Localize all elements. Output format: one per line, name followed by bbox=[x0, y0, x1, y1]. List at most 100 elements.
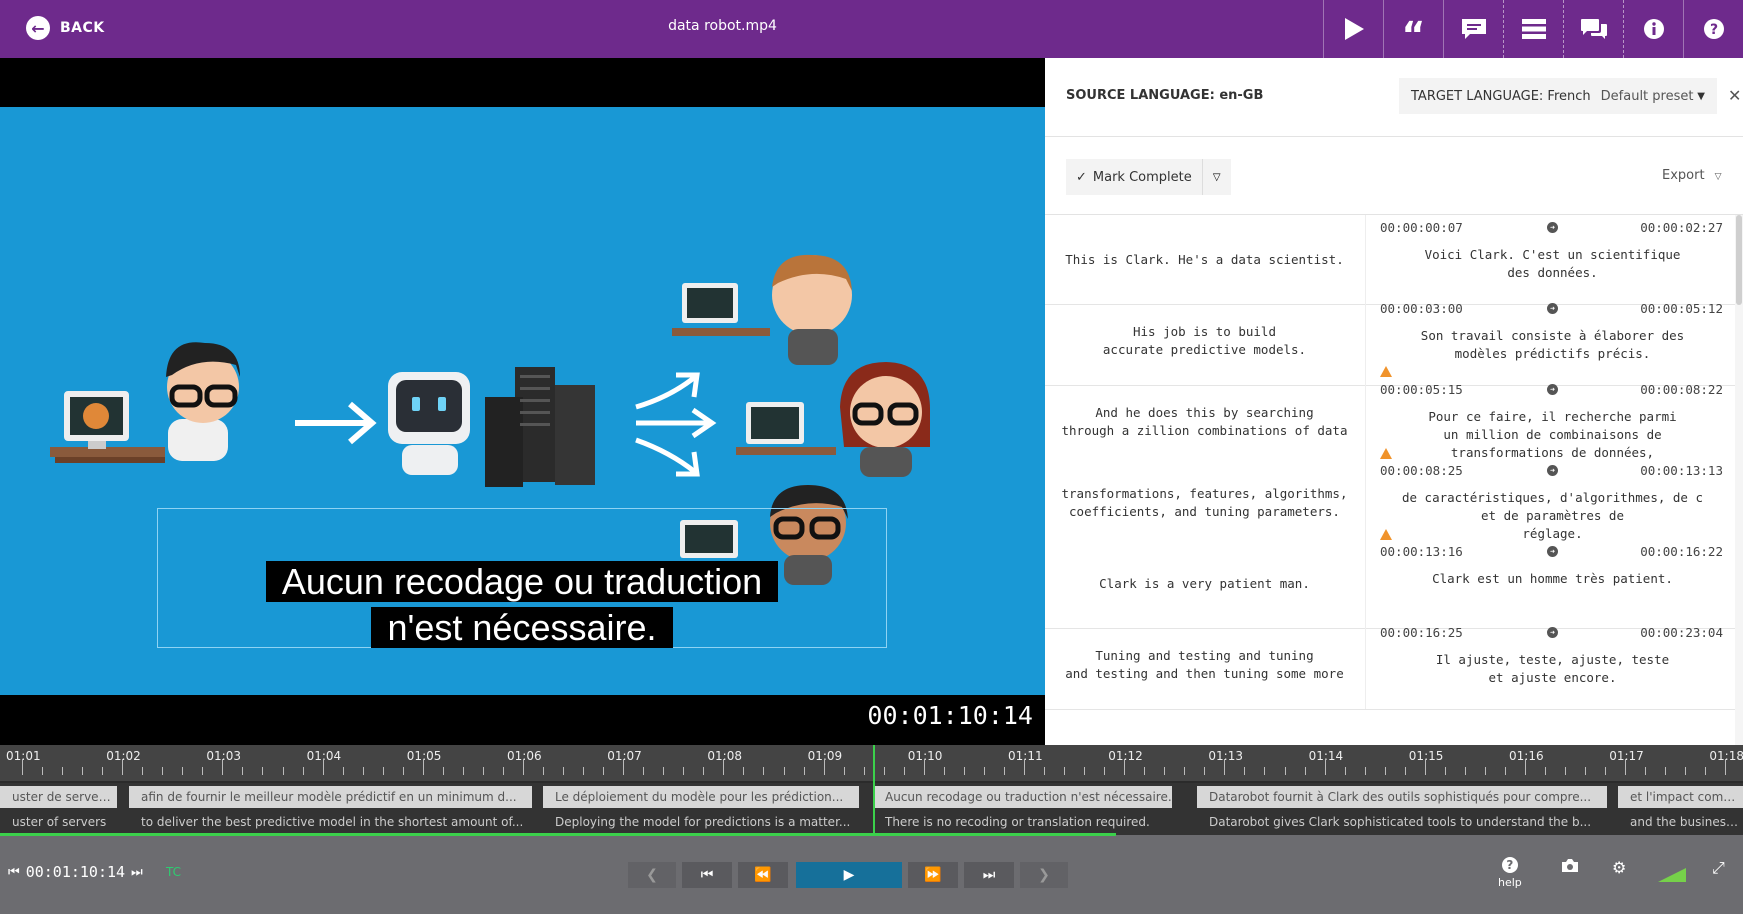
timeline-segment-en[interactable]: and the business im bbox=[1618, 811, 1743, 833]
skip-to-start-icon[interactable]: ⏮ bbox=[8, 865, 20, 880]
cue-in-time[interactable]: 00:00:00:07 bbox=[1380, 220, 1463, 235]
ruler-tick bbox=[903, 767, 905, 775]
mark-complete-dropdown[interactable]: ▽ bbox=[1203, 159, 1231, 195]
cue-row[interactable]: And he does this by searching through a … bbox=[1045, 377, 1735, 467]
ruler-tick bbox=[1705, 767, 1707, 775]
cue-in-time[interactable]: 00:00:13:16 bbox=[1380, 544, 1463, 559]
play-button[interactable]: ▶ bbox=[796, 862, 902, 888]
cue-target-cell[interactable]: 00:00:00:07 ➜ 00:00:02:27 Voici Clark. C… bbox=[1365, 215, 1735, 304]
cue-target-cell[interactable]: 00:00:08:25 ➜ 00:00:13:13 de caractérist… bbox=[1365, 458, 1735, 548]
ruler-tick bbox=[743, 767, 745, 775]
timeline-segment-en[interactable]: There is no recoding or translation requ… bbox=[873, 811, 1172, 833]
arrow-left-icon: ← bbox=[26, 16, 50, 40]
target-language-select[interactable]: TARGET LANGUAGE: French Default preset ▼ bbox=[1399, 78, 1717, 114]
export-button[interactable]: Export ▽ bbox=[1662, 168, 1721, 183]
ruler-tick bbox=[322, 759, 324, 775]
snapshot-button[interactable] bbox=[1561, 858, 1579, 877]
rewind-button[interactable]: ⏪ bbox=[738, 862, 788, 888]
tc-mode-badge[interactable]: TC bbox=[166, 865, 181, 879]
cue-out-time[interactable]: 00:00:02:27 bbox=[1640, 220, 1723, 235]
cue-target-cell[interactable]: 00:00:03:00 ➜ 00:00:05:12 Son travail co… bbox=[1365, 296, 1735, 385]
cue-in-time[interactable]: 00:00:03:00 bbox=[1380, 301, 1463, 316]
timeline[interactable]: 01:01 01:02 01:03 01:04 01:05 01:06 01:07 01:08… bbox=[0, 745, 1743, 836]
sync-icon[interactable]: ➜ bbox=[1547, 465, 1558, 476]
timeline-segment-fr[interactable]: afin de fournir le meilleur modèle prédi… bbox=[129, 786, 532, 808]
ruler-tick bbox=[803, 767, 805, 775]
cue-in-time[interactable]: 00:00:16:25 bbox=[1380, 625, 1463, 640]
cue-row[interactable]: His job is to build accurate predictive … bbox=[1045, 296, 1735, 386]
fast-forward-button[interactable]: ⏩ bbox=[908, 862, 958, 888]
warning-icon[interactable] bbox=[1380, 366, 1392, 377]
timeline-segment-fr[interactable]: Datarobot fournit à Clark des outils sop… bbox=[1197, 786, 1607, 808]
next-cue-button[interactable]: ❯ bbox=[1020, 862, 1068, 888]
timeline-segment-en[interactable]: Deploying the model for predictions is a… bbox=[543, 811, 859, 833]
sync-icon[interactable]: ➜ bbox=[1547, 384, 1558, 395]
cue-out-time[interactable]: 00:00:23:04 bbox=[1640, 625, 1723, 640]
sync-icon[interactable]: ➜ bbox=[1547, 222, 1558, 233]
cue-in-time[interactable]: 00:00:08:25 bbox=[1380, 463, 1463, 478]
close-icon[interactable]: ✕ bbox=[1728, 86, 1741, 105]
camera-icon bbox=[1562, 859, 1578, 872]
prev-cue-button[interactable]: ❮ bbox=[628, 862, 676, 888]
play-tool-button[interactable] bbox=[1323, 0, 1383, 58]
scrollbar-thumb[interactable] bbox=[1736, 215, 1742, 305]
cue-target-cell[interactable]: 00:00:05:15 ➜ 00:00:08:22 Pour ce faire,… bbox=[1365, 377, 1735, 467]
cue-out-time[interactable]: 00:00:13:13 bbox=[1640, 463, 1723, 478]
ruler-tick-label: 01:13 bbox=[1208, 749, 1243, 763]
fullscreen-button[interactable]: ⤢ bbox=[1712, 858, 1725, 878]
cue-target-text[interactable]: de caractéristiques, d'algorithmes, de c… bbox=[1380, 489, 1725, 543]
sync-icon[interactable]: ➜ bbox=[1547, 546, 1558, 557]
french-track[interactable]: uster de serveurs afin de fournir le mei… bbox=[0, 783, 1743, 809]
cue-row[interactable]: Tuning and testing and tuning and testin… bbox=[1045, 620, 1735, 710]
cue-out-time[interactable]: 00:00:08:22 bbox=[1640, 382, 1723, 397]
ruler-tick bbox=[1364, 767, 1366, 775]
back-button[interactable]: ← BACK bbox=[26, 16, 105, 40]
cue-target-text[interactable]: Voici Clark. C'est un scientifique des d… bbox=[1380, 246, 1725, 282]
mark-complete-button[interactable]: ✓ Mark Complete bbox=[1066, 159, 1203, 195]
timeline-segment-fr[interactable]: et l'impact commer bbox=[1618, 786, 1743, 808]
go-to-start-button[interactable]: ⏮ bbox=[682, 862, 732, 888]
cue-list-scrollbar[interactable] bbox=[1735, 215, 1743, 745]
rows-tool-button[interactable] bbox=[1503, 0, 1563, 58]
help-button[interactable]: ? help bbox=[1498, 854, 1522, 889]
cue-target-text[interactable]: Pour ce faire, il recherche parmi un mil… bbox=[1380, 408, 1725, 462]
playhead[interactable] bbox=[873, 745, 875, 835]
cue-out-time[interactable]: 00:00:05:12 bbox=[1640, 301, 1723, 316]
ruler-tick bbox=[62, 767, 64, 775]
timeline-segment-en[interactable]: uster of servers bbox=[0, 811, 117, 833]
timeline-segment-en[interactable]: Datarobot gives Clark sophisticated tool… bbox=[1197, 811, 1607, 833]
skip-to-end-icon[interactable]: ⏭ bbox=[131, 865, 143, 880]
sync-icon[interactable]: ➜ bbox=[1547, 627, 1558, 638]
go-to-end-button[interactable]: ⏭ bbox=[964, 862, 1014, 888]
cue-target-text[interactable]: Son travail consiste à élaborer des modè… bbox=[1380, 327, 1725, 363]
quote-tool-button[interactable]: “ bbox=[1383, 0, 1443, 58]
cue-target-cell[interactable]: 00:00:13:16 ➜ 00:00:16:22 Clark est un h… bbox=[1365, 539, 1735, 628]
timeline-segment-en[interactable]: to deliver the best predictive model in … bbox=[129, 811, 532, 833]
settings-button[interactable]: ⚙ bbox=[1612, 858, 1626, 877]
timeline-segment-fr[interactable]: uster de serveurs bbox=[0, 786, 117, 808]
cue-target-text[interactable]: Il ajuste, teste, ajuste, teste et ajust… bbox=[1380, 651, 1725, 687]
timeline-segment-fr[interactable]: Aucun recodage ou traduction n'est néces… bbox=[873, 786, 1172, 808]
cue-row[interactable]: This is Clark. He's a data scientist. 00… bbox=[1045, 215, 1735, 305]
cue-out-time[interactable]: 00:00:16:22 bbox=[1640, 544, 1723, 559]
help-tool-button[interactable]: ? bbox=[1683, 0, 1743, 58]
cue-in-time[interactable]: 00:00:05:15 bbox=[1380, 382, 1463, 397]
ruler-tick bbox=[1645, 767, 1647, 775]
time-ruler[interactable]: 01:01 01:02 01:03 01:04 01:05 01:06 01:07 01:08… bbox=[0, 745, 1743, 781]
info-tool-button[interactable] bbox=[1623, 0, 1683, 58]
subtitle-overlay: Aucun recodage ou traduction n'est néces… bbox=[157, 559, 887, 651]
english-track[interactable]: uster of servers to deliver the best pre… bbox=[0, 809, 1743, 835]
chat-tool-button[interactable] bbox=[1563, 0, 1623, 58]
cue-list: This is Clark. He's a data scientist. 00… bbox=[1045, 215, 1735, 745]
current-timecode[interactable]: 00:01:10:14 bbox=[26, 863, 125, 881]
message-tool-button[interactable] bbox=[1443, 0, 1503, 58]
cue-target-cell[interactable]: 00:00:16:25 ➜ 00:00:23:04 Il ajuste, tes… bbox=[1365, 620, 1735, 709]
ruler-tick bbox=[242, 767, 244, 775]
video-player[interactable]: Aucun recodage ou traduction n'est néces… bbox=[0, 58, 1045, 745]
sync-icon[interactable]: ➜ bbox=[1547, 303, 1558, 314]
cue-target-text[interactable]: Clark est un homme très patient. bbox=[1380, 570, 1725, 588]
cue-row[interactable]: Clark is a very patient man. 00:00:13:16… bbox=[1045, 539, 1735, 629]
cue-row[interactable]: transformations, features, algorithms, c… bbox=[1045, 458, 1735, 548]
subtitle-line-1: Aucun recodage ou traduction bbox=[265, 561, 779, 602]
timeline-segment-fr[interactable]: Le déploiement du modèle pour les prédic… bbox=[543, 786, 859, 808]
